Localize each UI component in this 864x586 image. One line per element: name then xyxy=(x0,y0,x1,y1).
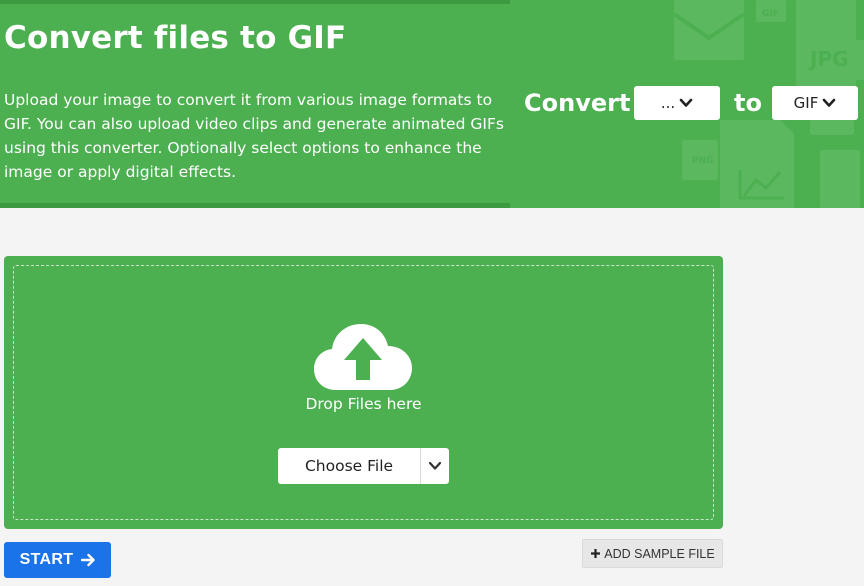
source-format-value: ... xyxy=(660,94,676,112)
hero-bottom-accent xyxy=(0,203,510,208)
plus-icon xyxy=(591,549,601,558)
email-icon xyxy=(674,0,744,60)
file-source-dropdown-button[interactable] xyxy=(421,448,449,484)
gif-deco-label: GIF xyxy=(762,9,779,19)
hero-banner: JPG PNG GIF Convert files to GIF Upload … xyxy=(0,0,864,208)
add-sample-file-button[interactable]: ADD SAMPLE FILE xyxy=(582,539,723,568)
arrow-right-icon xyxy=(81,553,96,567)
target-format-value: GIF xyxy=(793,94,819,112)
choose-file-button-group: Choose File xyxy=(278,448,449,484)
chevron-down-icon xyxy=(679,98,693,107)
convert-label: Convert xyxy=(524,89,631,117)
hero-top-accent xyxy=(0,0,510,4)
to-label: to xyxy=(734,89,762,117)
drop-files-text: Drop Files here xyxy=(305,395,422,413)
file-drop-zone[interactable]: Drop Files here Choose File xyxy=(4,256,723,529)
page-description: Upload your image to convert it from var… xyxy=(4,91,504,181)
choose-file-button[interactable]: Choose File xyxy=(278,448,421,484)
target-format-select[interactable]: GIF xyxy=(772,86,858,120)
jpg-deco-label: JPG xyxy=(808,47,849,71)
add-sample-file-label: ADD SAMPLE FILE xyxy=(604,546,715,561)
format-selector-row: Convert ... to GIF xyxy=(524,86,858,120)
source-format-select[interactable]: ... xyxy=(634,86,720,120)
chevron-down-icon xyxy=(428,461,442,470)
cloud-upload-icon xyxy=(314,324,412,390)
page-title: Convert files to GIF xyxy=(4,20,347,56)
start-button[interactable]: START xyxy=(4,542,111,578)
png-deco-label: PNG xyxy=(692,156,714,166)
start-label: START xyxy=(19,551,74,568)
chevron-down-icon xyxy=(823,98,836,107)
